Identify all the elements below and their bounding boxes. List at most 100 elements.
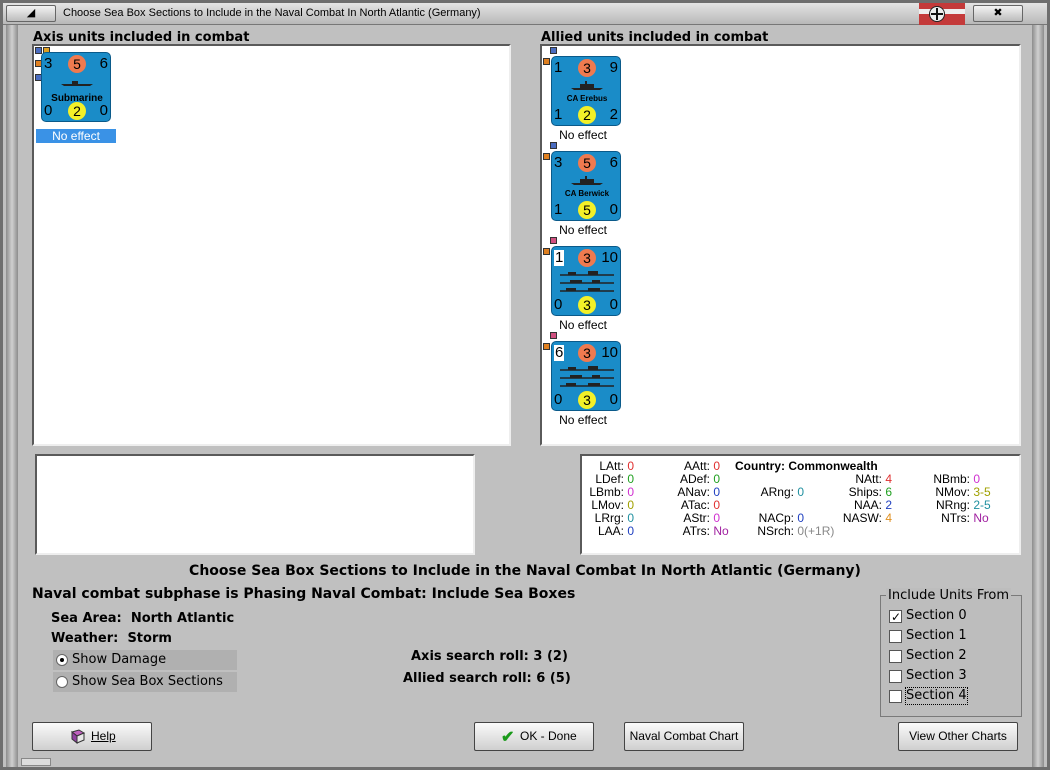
status-marker-icon bbox=[543, 248, 550, 255]
include-units-group: Include Units From Section 0 Section 1 S… bbox=[880, 588, 1022, 717]
stat-lbmb: LBmb: 0 bbox=[589, 485, 635, 499]
attack-value: 5 bbox=[578, 154, 596, 172]
counter-value: 9 bbox=[609, 59, 618, 76]
attack-value: 3 bbox=[578, 249, 596, 267]
stat-lrrg: LRrg: 0 bbox=[594, 511, 635, 525]
counter-value: 2 bbox=[609, 106, 618, 123]
counter-value: 0 bbox=[609, 391, 618, 408]
checkbox[interactable] bbox=[889, 650, 902, 663]
convoy-ships-icon bbox=[560, 366, 614, 387]
kriegsmarine-flag-icon bbox=[919, 3, 965, 25]
sea-area-info: Sea Area: North Atlantic bbox=[51, 611, 235, 626]
stat-nacp: NACp: 0 bbox=[758, 511, 805, 525]
axis-units-list[interactable]: 3 5 6 Submarine 0 2 0 No effect bbox=[32, 44, 511, 446]
unit-counter: 3 5 6 CA Berwick 1 5 0 bbox=[551, 151, 621, 221]
stat-naa: NAA: 2 bbox=[853, 498, 893, 512]
counter-value: 0 bbox=[609, 296, 618, 313]
allied-units-list[interactable]: 1 3 9 CA Erebus 1 2 2 No effect 3 5 6 CA… bbox=[540, 44, 1021, 446]
show-sections-radio[interactable]: Show Sea Box Sections bbox=[53, 672, 237, 692]
status-marker-icon bbox=[543, 153, 550, 160]
title-bar[interactable]: ◢ Choose Sea Box Sections to Include in … bbox=[3, 3, 1047, 25]
stat-ntrs: NTrs: No bbox=[941, 511, 989, 525]
unit-counter: 1 3 9 CA Erebus 1 2 2 bbox=[551, 56, 621, 126]
counter-value: 6 bbox=[609, 154, 618, 171]
radio-label: Show Sea Box Sections bbox=[72, 674, 223, 689]
checkbox[interactable] bbox=[889, 670, 902, 683]
checkbox-label: Section 1 bbox=[906, 628, 967, 643]
stat-nrng: NRng: 2-5 bbox=[935, 498, 991, 512]
unit-card-ca-erebus[interactable]: 1 3 9 CA Erebus 1 2 2 No effect bbox=[543, 47, 625, 142]
left-frame-rail bbox=[6, 25, 18, 767]
minimize-icon[interactable]: ◢ bbox=[6, 5, 56, 22]
counter-value: 0 bbox=[554, 296, 563, 313]
status-marker-icon bbox=[550, 142, 557, 149]
attack-value: 3 bbox=[578, 344, 596, 362]
status-marker-icon bbox=[543, 343, 550, 350]
show-damage-radio[interactable]: Show Damage bbox=[53, 650, 237, 670]
close-icon[interactable]: ✖ bbox=[973, 5, 1023, 22]
stat-atrs: ATrs: No bbox=[682, 524, 729, 538]
stat-anav: ANav: 0 bbox=[677, 485, 721, 499]
unit-card-submarine[interactable]: 3 5 6 Submarine 0 2 0 No effect bbox=[35, 47, 116, 143]
ok-label: OK - Done bbox=[520, 729, 577, 743]
unit-card-convoy[interactable]: 6 3 10 0 3 0 No effect bbox=[543, 332, 625, 427]
resize-grip-icon[interactable] bbox=[21, 758, 51, 766]
stat-laa: LAA: 0 bbox=[597, 524, 635, 538]
weather-info: Weather: Storm bbox=[51, 631, 172, 646]
checkbox[interactable] bbox=[889, 609, 902, 625]
counter-value: 0 bbox=[609, 201, 618, 218]
unit-stats-panel: LAtt: 0 LDef: 0 LBmb: 0 LMov: 0 LRrg: 0 … bbox=[580, 454, 1021, 555]
help-label: Help bbox=[91, 729, 116, 743]
stat-aatt: AAtt: 0 bbox=[683, 459, 721, 473]
ok-done-button[interactable]: ✔ OK - Done bbox=[474, 722, 594, 751]
counter-value: 0 bbox=[554, 391, 563, 408]
unit-effect-label: No effect bbox=[559, 413, 607, 427]
radio-button[interactable] bbox=[56, 676, 68, 688]
right-frame-rail bbox=[1032, 25, 1044, 767]
counter-value: 10 bbox=[601, 344, 618, 361]
unit-name: CA Erebus bbox=[566, 94, 608, 103]
view-other-charts-button[interactable]: View Other Charts bbox=[898, 722, 1018, 751]
defense-value: 2 bbox=[578, 106, 596, 124]
stat-latt: LAtt: 0 bbox=[599, 459, 635, 473]
counter-value: 1 bbox=[554, 59, 563, 76]
counter-value: 1 bbox=[554, 201, 563, 218]
counter-value: 10 bbox=[601, 249, 618, 266]
stat-astr: AStr: 0 bbox=[683, 511, 721, 525]
stat-nbmb: NBmb: 0 bbox=[933, 472, 981, 486]
axis-search-roll: Axis search roll: 3 (2) bbox=[411, 649, 568, 664]
unit-effect-label: No effect bbox=[559, 318, 607, 332]
naval-combat-chart-button[interactable]: Naval Combat Chart bbox=[624, 722, 744, 751]
counter-value: 3 bbox=[44, 55, 53, 72]
status-marker-icon bbox=[543, 58, 550, 65]
help-button[interactable]: Help bbox=[32, 722, 152, 751]
stat-adef: ADef: 0 bbox=[679, 472, 721, 486]
defense-value: 2 bbox=[68, 102, 86, 120]
counter-value: 6 bbox=[554, 344, 565, 361]
message-box bbox=[35, 454, 475, 555]
checkbox-label: Section 2 bbox=[906, 648, 967, 663]
checkbox-label: Section 0 bbox=[906, 608, 967, 623]
counter-value: 1 bbox=[554, 249, 565, 266]
unit-counter: 6 3 10 0 3 0 bbox=[551, 341, 621, 411]
cruiser-icon bbox=[571, 176, 603, 185]
unit-card-convoy[interactable]: 1 3 10 0 3 0 No effect bbox=[543, 237, 625, 332]
counter-value: 0 bbox=[44, 102, 53, 119]
allied-panel-title: Allied units included in combat bbox=[541, 30, 769, 45]
stat-ships: Ships: 6 bbox=[848, 485, 893, 499]
checkbox[interactable] bbox=[889, 690, 902, 703]
attack-value: 5 bbox=[68, 55, 86, 73]
subphase-text: Naval combat subphase is Phasing Naval C… bbox=[32, 586, 576, 602]
status-marker-icon bbox=[550, 332, 557, 339]
convoy-ships-icon bbox=[560, 271, 614, 292]
counter-value: 3 bbox=[554, 154, 563, 171]
unit-card-ca-berwick[interactable]: 3 5 6 CA Berwick 1 5 0 No effect bbox=[543, 142, 625, 237]
stat-nsrch: NSrch: 0(+1R) bbox=[757, 524, 835, 538]
check-icon: ✔ bbox=[501, 729, 515, 746]
defense-value: 3 bbox=[578, 391, 596, 409]
radio-button[interactable] bbox=[56, 654, 68, 666]
stat-nmov: NMov: 3-5 bbox=[935, 485, 991, 499]
unit-counter: 1 3 10 0 3 0 bbox=[551, 246, 621, 316]
status-marker-icon bbox=[35, 47, 42, 54]
checkbox[interactable] bbox=[889, 630, 902, 643]
